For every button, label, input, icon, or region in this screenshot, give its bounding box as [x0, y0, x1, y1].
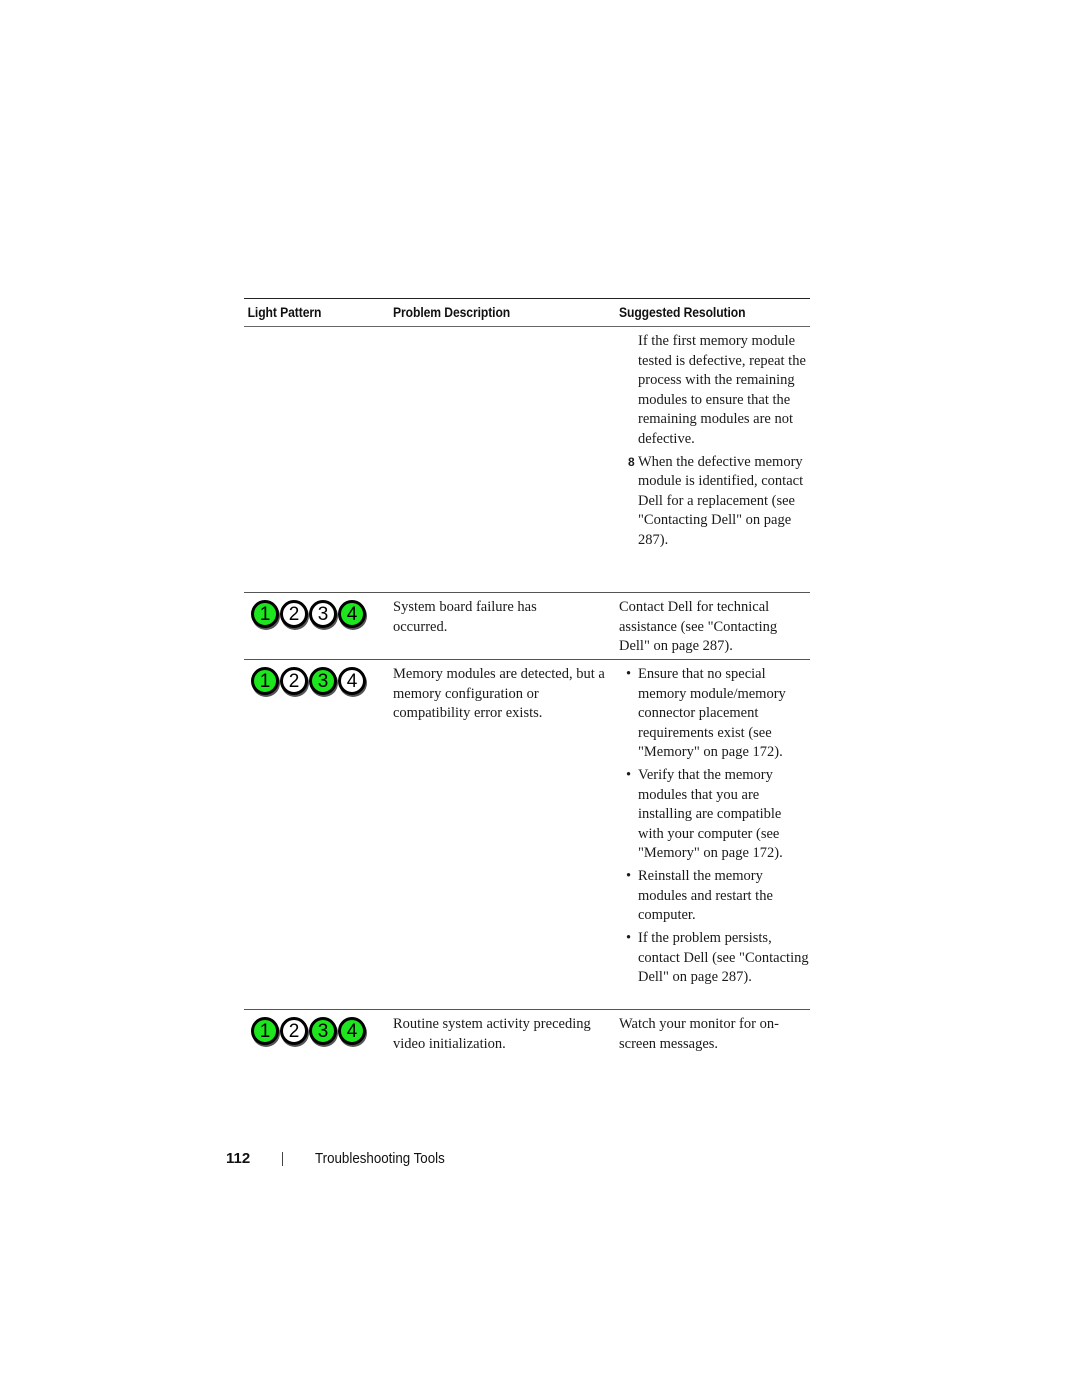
diagnostic-light-3-icon: 3 [309, 1017, 337, 1045]
resolution-cell: Watch your monitor for on-screen message… [619, 1016, 779, 1052]
item-text: If the problem persists, contact Dell (s… [638, 930, 809, 985]
light-label: 4 [346, 1020, 358, 1042]
table-row: 1 2 3 4 Routine system activity precedin… [244, 1010, 810, 1066]
page-number: 112 [226, 1150, 251, 1167]
light-label: 4 [346, 603, 358, 625]
diagnostic-lights: 1 2 3 4 [248, 665, 393, 695]
diagnostic-light-4-icon: 4 [338, 667, 366, 695]
resolution-cell: • Ensure that no special memory module/m… [619, 665, 810, 1009]
diagnostic-light-2-icon: 2 [280, 667, 308, 695]
bullet-icon: • [626, 868, 632, 884]
item-text: Verify that the memory modules that you … [638, 767, 783, 861]
page-footer: 112 Troubleshooting Tools [226, 1150, 456, 1167]
resolution-item: If the first memory module tested is def… [619, 332, 810, 449]
footer-separator [282, 1151, 283, 1166]
resolution-item: • If the problem persists, contact Dell … [619, 929, 810, 988]
section-title: Troubleshooting Tools [315, 1150, 445, 1167]
item-text: When the defective memory module is iden… [638, 453, 804, 548]
light-label: 3 [317, 1020, 329, 1042]
light-pattern-cell [244, 331, 393, 592]
table-header: Light Pattern Problem Description Sugges… [244, 299, 810, 327]
light-label: 2 [288, 603, 300, 625]
table-row: 1 2 3 4 Memory modules are detected, but… [244, 660, 810, 1010]
problem-cell: System board failure has occurred. [393, 599, 537, 635]
header-problem-description: Problem Description [393, 305, 511, 320]
header-light-pattern: Light Pattern [247, 305, 322, 320]
step-number: 8 [628, 454, 635, 469]
diagnostic-light-2-icon: 2 [280, 600, 308, 628]
problem-cell [393, 331, 619, 592]
item-marker [619, 332, 638, 449]
diagnostic-lights: 1 2 3 4 [248, 598, 393, 628]
problem-cell: Routine system activity preceding video … [393, 1016, 591, 1052]
light-label: 1 [259, 1020, 271, 1042]
problem-cell: Memory modules are detected, but a memor… [393, 666, 605, 721]
light-label: 1 [259, 670, 271, 692]
table-row-continuation: If the first memory module tested is def… [244, 327, 810, 593]
diagnostic-light-3-icon: 3 [309, 667, 337, 695]
light-label: 2 [288, 1020, 300, 1042]
bullet-icon: • [626, 767, 632, 783]
diagnostic-light-1-icon: 1 [251, 1017, 279, 1045]
bullet-icon: • [626, 666, 632, 682]
light-pattern-cell: 1 2 3 4 [244, 665, 393, 1009]
diagnostic-light-4-icon: 4 [338, 1017, 366, 1045]
diagnostic-light-1-icon: 1 [251, 667, 279, 695]
diagnostic-light-2-icon: 2 [280, 1017, 308, 1045]
diagnostic-light-3-icon: 3 [309, 600, 337, 628]
item-text: Ensure that no special memory module/mem… [638, 666, 786, 760]
table-row: 1 2 3 4 System board failure has occurre… [244, 593, 810, 660]
item-text: If the first memory module tested is def… [638, 333, 806, 447]
resolution-item: • Reinstall the memory modules and resta… [619, 867, 810, 926]
header-suggested-resolution: Suggested Resolution [619, 305, 746, 320]
light-pattern-table: Light Pattern Problem Description Sugges… [244, 298, 810, 1066]
light-label: 3 [317, 670, 329, 692]
light-label: 3 [317, 603, 329, 625]
resolution-item: • Verify that the memory modules that yo… [619, 766, 810, 864]
light-pattern-cell: 1 2 3 4 [244, 598, 393, 659]
resolution-item: • Ensure that no special memory module/m… [619, 665, 810, 763]
light-label: 4 [346, 670, 358, 692]
bullet-icon: • [626, 930, 632, 946]
resolution-cell: If the first memory module tested is def… [619, 331, 810, 592]
resolution-item: 8 When the defective memory module is id… [619, 453, 810, 551]
diagnostic-light-4-icon: 4 [338, 600, 366, 628]
diagnostic-lights: 1 2 3 4 [248, 1015, 393, 1045]
resolution-cell: Contact Dell for technical assistance (s… [619, 599, 778, 654]
light-label: 2 [288, 670, 300, 692]
diagnostic-light-1-icon: 1 [251, 600, 279, 628]
light-pattern-cell: 1 2 3 4 [244, 1015, 393, 1066]
item-text: Reinstall the memory modules and restart… [638, 868, 773, 923]
light-label: 1 [259, 603, 271, 625]
